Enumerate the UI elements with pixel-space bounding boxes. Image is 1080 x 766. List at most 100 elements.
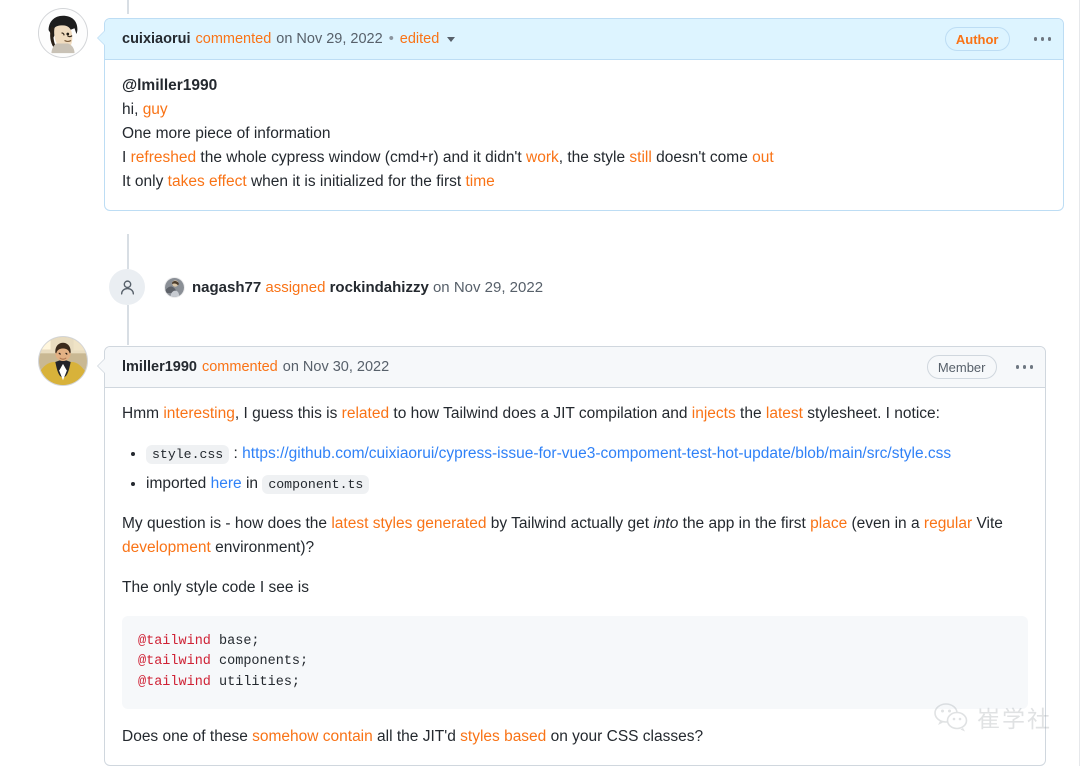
comment-body-cuixiaorui: @lmiller1990 hi, guy One more piece of i… (105, 60, 1063, 210)
comment-separator: • (388, 31, 394, 47)
avatar-image-lmiller1990 (39, 337, 87, 385)
comment-body-lmiller1990: Hmm interesting, I guess this is related… (105, 388, 1045, 765)
bullet2-part-b: in (241, 475, 263, 493)
list-item: style.css : https://github.com/cuixiaoru… (146, 442, 1028, 466)
comment-author-link-2[interactable]: lmiller1990 (122, 359, 197, 375)
p1-part-c: to how Tailwind does a JIT compilation a… (389, 405, 692, 422)
paragraph-only-style-code: The only style code I see is (122, 579, 309, 597)
kebab-menu-icon[interactable] (1032, 31, 1054, 47)
kebab-menu-icon-2[interactable] (1014, 359, 1036, 375)
person-icon (109, 269, 145, 305)
chevron-down-icon[interactable] (447, 36, 456, 42)
bubble-arrow-fill-2 (98, 358, 106, 374)
highlight-related: related (341, 405, 390, 422)
body-line-mention: @lmiller1990 (122, 74, 1046, 98)
line5-part-a: It only (122, 173, 168, 191)
bullet1-separator: : (229, 445, 243, 463)
body-line-takes-effect: It only takes effect when it is initiali… (122, 170, 1046, 194)
highlight-development: development (122, 539, 211, 557)
highlight-place: place (810, 515, 848, 533)
highlight-out: out (752, 149, 774, 167)
line4-part-d: doesn't come (651, 149, 753, 167)
p1-part-b: , I guess this is (234, 405, 342, 422)
mention-lmiller1990[interactable]: @lmiller1990 (122, 77, 217, 94)
greeting-text: hi, (122, 101, 143, 119)
code-rest-2: components; (210, 654, 309, 670)
timeline-rail-mid (127, 234, 129, 269)
body-line-refresh: I refreshed the whole cypress window (cm… (122, 146, 1046, 170)
avatar-cuixiaorui[interactable] (38, 8, 88, 58)
p2-part-f: environment)? (210, 539, 315, 557)
p2-part-d: (even in a (847, 515, 924, 533)
status-badge-author: Author (944, 27, 1010, 51)
highlight-latest-styles-generated: latest styles generated (331, 515, 487, 533)
p1-part-e: stylesheet. I notice: (802, 405, 940, 422)
highlight-time: time (465, 173, 495, 191)
comment-edited-label[interactable]: edited (400, 31, 440, 47)
highlight-still: still (629, 149, 652, 167)
emphasis-into: into (653, 515, 679, 533)
timeline-rail-mid2 (127, 305, 129, 345)
code-directive-2: @tailwind (138, 654, 211, 670)
github-issue-timeline: cuixiaorui commented on Nov 29, 2022 • e… (0, 0, 1080, 766)
paragraph-question: My question is - how does the latest sty… (122, 512, 1028, 560)
body-line-info: One more piece of information (122, 125, 331, 143)
comment-verb: commented (195, 31, 272, 47)
highlight-work: work (526, 149, 559, 167)
event-verb: assigned (265, 278, 326, 296)
avatar-image-cuixiaorui (39, 9, 87, 57)
line4-part-a: I (122, 149, 131, 167)
code-component-ts: component.ts (262, 475, 370, 495)
code-rest-3: utilities; (210, 674, 301, 690)
highlight-latest: latest (765, 405, 803, 422)
link-style-css-url[interactable]: https://github.com/cuixiaorui/cypress-is… (242, 445, 951, 462)
timeline-rail-top (127, 0, 129, 14)
bullet2-part-a: imported (146, 475, 211, 493)
p2-part-e: Vite (972, 515, 1003, 533)
comment-box-lmiller1990: lmiller1990 commented on Nov 30, 2022 Me… (97, 346, 1046, 766)
avatar-nagash77[interactable] (164, 276, 185, 298)
notice-list: style.css : https://github.com/cuixiaoru… (122, 442, 1028, 496)
p1-part-a: Hmm (122, 405, 164, 422)
code-directive-3: @tailwind (138, 674, 211, 690)
avatar-lmiller1990[interactable] (38, 336, 88, 386)
highlight-refreshed: refreshed (130, 149, 197, 167)
link-here[interactable]: here (211, 475, 242, 492)
p2-part-c: the app in the first (678, 515, 811, 533)
p2-part-a: My question is - how does the (122, 515, 332, 533)
event-target[interactable]: rockindahizzy (330, 279, 429, 296)
status-badge-member: Member (926, 355, 997, 379)
paragraph-does-one-of-these: Does one of these somehow contain all th… (122, 725, 1028, 749)
list-item: imported here in component.ts (146, 472, 1028, 496)
p4-part-a: Does one of these (122, 727, 253, 745)
p4-part-b: all the JIT'd (372, 727, 461, 745)
person-glyph (120, 279, 134, 295)
event-assigned: nagash77 assigned rockindahizzy on Nov 2… (109, 269, 543, 305)
comment-timestamp-2[interactable]: on Nov 30, 2022 (283, 359, 389, 375)
p2-part-b: by Tailwind actually get (486, 515, 654, 533)
highlight-guy: guy (142, 101, 168, 119)
code-style-css: style.css (146, 445, 230, 465)
comment-timestamp[interactable]: on Nov 29, 2022 (276, 31, 382, 47)
event-actor[interactable]: nagash77 (192, 279, 261, 296)
highlight-takes-effect: takes effect (167, 173, 247, 191)
comment-verb-2: commented (201, 359, 278, 375)
event-timestamp: on Nov 29, 2022 (432, 278, 544, 296)
body-line-greeting: hi, guy (122, 98, 1046, 122)
comment-box-cuixiaorui: cuixiaorui commented on Nov 29, 2022 • e… (97, 18, 1064, 212)
code-rest-1: base; (210, 634, 260, 650)
line4-part-c: , the style (558, 149, 630, 167)
comment-header-cuixiaorui: cuixiaorui commented on Nov 29, 2022 • e… (105, 19, 1063, 60)
highlight-styles-based: styles based (460, 727, 547, 745)
highlight-injects: injects (691, 405, 736, 422)
highlight-somehow-contain: somehow contain (252, 727, 373, 745)
paragraph-interesting: Hmm interesting, I guess this is related… (122, 402, 1028, 426)
highlight-regular: regular (923, 515, 973, 533)
bubble-arrow-fill (98, 30, 106, 46)
comment-author-link[interactable]: cuixiaorui (122, 31, 191, 47)
avatar-image-nagash77 (165, 277, 184, 297)
line4-part-b: the whole cypress window (cmd+r) and it … (196, 149, 527, 167)
p1-part-d: the (735, 405, 766, 422)
code-directive-1: @tailwind (138, 634, 211, 650)
code-block-tailwind: @tailwind base; @tailwind components; @t… (122, 616, 1028, 709)
